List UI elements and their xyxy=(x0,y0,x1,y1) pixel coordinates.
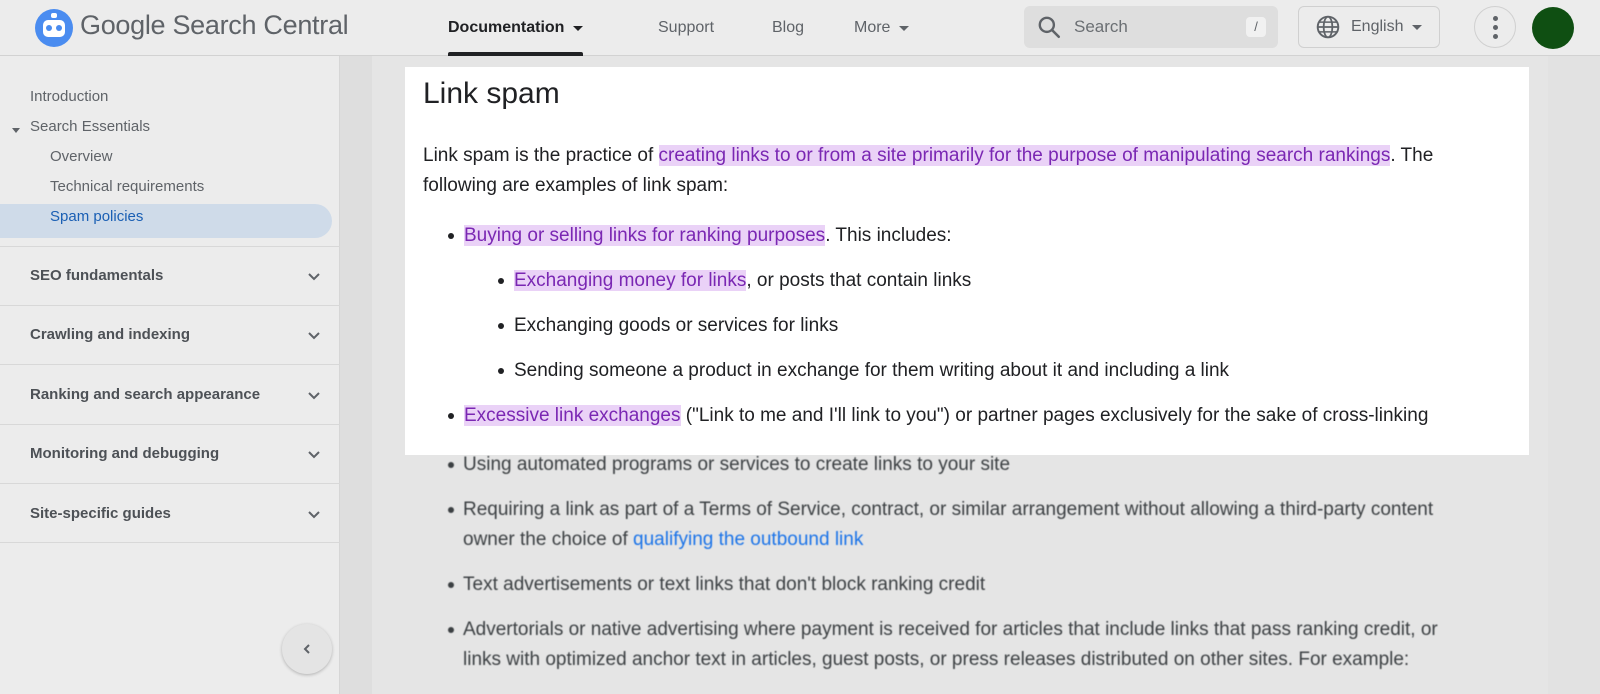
sidebar-item-search-essentials[interactable]: Search Essentials xyxy=(30,118,150,135)
search-box[interactable]: Search / xyxy=(1024,6,1278,48)
sidebar-section-seo-fundamentals[interactable]: SEO fundamentals xyxy=(30,267,163,284)
exchanging-money-text: , or posts that contain links xyxy=(746,270,972,291)
intro-paragraph: Link spam is the practice of creating li… xyxy=(423,141,1433,171)
list-item-advertorials-cont: links with optimized anchor text in arti… xyxy=(463,649,1410,670)
chevron-down-icon[interactable] xyxy=(306,269,322,285)
exchanging-money-highlight: Exchanging money for links xyxy=(514,270,747,291)
divider xyxy=(0,305,340,306)
intro-text: Link spam is the practice of xyxy=(423,145,659,166)
divider xyxy=(0,542,340,543)
sidebar-item-overview[interactable]: Overview xyxy=(50,148,113,165)
nav-more-label: More xyxy=(854,19,891,36)
search-shortcut-key: / xyxy=(1246,17,1266,37)
page-gutter xyxy=(1548,56,1600,694)
search-central-logo-icon[interactable] xyxy=(32,6,76,50)
more-options-icon[interactable] xyxy=(1474,6,1516,48)
list-bullet xyxy=(448,413,454,419)
divider xyxy=(0,246,340,247)
nav-documentation-label: Documentation xyxy=(448,19,565,36)
list-bullet xyxy=(448,627,454,633)
qualifying-outbound-link[interactable]: qualifying the outbound link xyxy=(633,529,863,550)
list-item-text-advertisements: Text advertisements or text links that d… xyxy=(463,574,986,595)
divider xyxy=(0,483,340,484)
chevron-down-icon[interactable] xyxy=(306,388,322,404)
left-nav: Introduction Search Essentials Overview … xyxy=(0,56,340,694)
divider xyxy=(0,424,340,425)
excessive-exchanges-text: ("Link to me and I'll link to you") or p… xyxy=(680,405,1429,426)
globe-icon xyxy=(1316,15,1340,39)
intro-paragraph-line2: following are examples of link spam: xyxy=(423,175,729,196)
sidebar-item-spam-policies[interactable]: Spam policies xyxy=(50,208,143,225)
list-bullet xyxy=(448,582,454,588)
nav-blog[interactable]: Blog xyxy=(772,0,804,56)
chevron-down-icon[interactable] xyxy=(306,447,322,463)
brand-google: Google xyxy=(80,10,166,40)
list-bullet xyxy=(448,462,454,468)
nav-documentation[interactable]: Documentation xyxy=(448,0,584,56)
excessive-exchanges-highlight: Excessive link exchanges xyxy=(464,405,681,426)
list-item-exchanging-money: Exchanging money for links, or posts tha… xyxy=(514,266,971,296)
list-item-sending-product: Sending someone a product in exchange fo… xyxy=(514,360,1230,381)
search-placeholder: Search xyxy=(1074,17,1128,36)
nav-support[interactable]: Support xyxy=(658,0,714,56)
sidebar-item-introduction[interactable]: Introduction xyxy=(30,88,108,105)
chevron-down-icon[interactable] xyxy=(306,507,322,523)
list-item-exchanging-goods: Exchanging goods or services for links xyxy=(514,315,839,336)
sidebar-item-technical-requirements[interactable]: Technical requirements xyxy=(50,178,204,195)
chevron-down-icon[interactable] xyxy=(306,328,322,344)
intro-text-end: . The xyxy=(1390,145,1434,166)
list-item-terms-of-service: Requiring a link as part of a Terms of S… xyxy=(463,499,1434,520)
brand-product: Search Central xyxy=(172,10,349,40)
buying-selling-text: . This includes: xyxy=(825,225,952,246)
section-title: Link spam xyxy=(423,77,560,110)
sidebar-section-ranking-appearance[interactable]: Ranking and search appearance xyxy=(30,386,260,403)
sidebar-section-site-specific-guides[interactable]: Site-specific guides xyxy=(30,505,171,522)
expand-triangle-icon[interactable] xyxy=(12,128,20,133)
list-item-advertorials: Advertorials or native advertising where… xyxy=(463,619,1438,640)
chevron-down-icon xyxy=(899,25,910,31)
sidebar-section-monitoring-debugging[interactable]: Monitoring and debugging xyxy=(30,445,219,462)
top-header: Google Search Central Documentation Supp… xyxy=(0,0,1600,56)
nav-support-label: Support xyxy=(658,19,715,36)
list-bullet xyxy=(498,368,504,374)
nav-blog-label: Blog xyxy=(772,19,805,36)
nav-more[interactable]: More xyxy=(854,0,910,56)
chevron-left-icon xyxy=(303,644,310,654)
list-item-excessive-exchanges: Excessive link exchanges ("Link to me an… xyxy=(464,401,1428,431)
list-item-buying-selling: Buying or selling links for ranking purp… xyxy=(464,221,952,251)
sidebar-section-crawling-indexing[interactable]: Crawling and indexing xyxy=(30,326,190,343)
divider xyxy=(0,364,340,365)
list-bullet xyxy=(448,507,454,513)
list-bullet xyxy=(448,233,454,239)
link-spam-section: Link spam Link spam is the practice of c… xyxy=(405,67,1529,455)
avatar[interactable] xyxy=(1532,7,1574,49)
chevron-down-icon xyxy=(1412,24,1423,30)
list-bullet xyxy=(498,278,504,284)
intro-highlight: creating links to or from a site primari… xyxy=(658,145,1391,166)
list-item-terms-of-service-cont: owner the choice of qualifying the outbo… xyxy=(463,525,863,555)
chevron-down-icon xyxy=(573,25,584,31)
collapse-sidebar-button[interactable] xyxy=(282,624,332,674)
list-bullet xyxy=(498,323,504,329)
language-selector[interactable]: English xyxy=(1298,6,1440,48)
buying-selling-highlight: Buying or selling links for ranking purp… xyxy=(464,225,826,246)
language-label: English xyxy=(1351,18,1404,35)
brand-name[interactable]: Google Search Central xyxy=(80,10,349,41)
search-icon xyxy=(1038,16,1061,39)
terms-text: owner the choice of xyxy=(463,529,634,550)
